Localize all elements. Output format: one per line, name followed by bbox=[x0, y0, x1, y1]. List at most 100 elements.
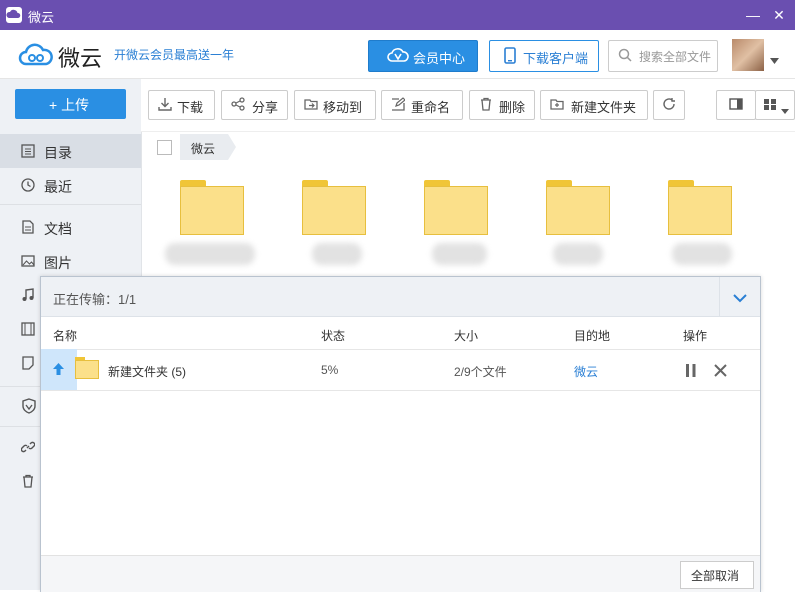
transfer-panel: 正在传输：1/1 名称 状态 大小 目的地 操作 新建文件夹 (5) 5% 2/… bbox=[40, 276, 761, 592]
sidebar-item-recent[interactable]: 最近 bbox=[0, 168, 141, 202]
sidebar-item-label: 最近 bbox=[44, 179, 72, 195]
sidebar-item-images[interactable]: 图片 bbox=[0, 244, 141, 278]
chevron-down-icon[interactable] bbox=[770, 52, 779, 67]
download-button[interactable]: 下载 bbox=[148, 90, 215, 120]
upload-button[interactable]: + 上传 bbox=[15, 89, 126, 119]
cancel-all-label: 全部取消 bbox=[691, 569, 740, 583]
rename-icon bbox=[391, 97, 406, 114]
pause-icon[interactable] bbox=[685, 364, 697, 380]
transfer-panel-header: 正在传输：1/1 bbox=[41, 277, 760, 317]
chevron-down-icon bbox=[781, 102, 789, 117]
phone-icon bbox=[504, 47, 516, 67]
document-icon bbox=[21, 220, 35, 234]
sidebar-item-label: 目录 bbox=[44, 145, 72, 161]
view-mode-dropdown[interactable] bbox=[755, 90, 795, 120]
column-header-name: 名称 bbox=[53, 329, 78, 343]
blurred-folder-name bbox=[672, 243, 732, 265]
chevron-down-icon bbox=[733, 291, 747, 306]
vip-badge-icon bbox=[387, 48, 409, 67]
column-header-status: 状态 bbox=[321, 329, 346, 343]
folder-icon[interactable] bbox=[424, 180, 488, 235]
delete-label: 删除 bbox=[499, 100, 526, 115]
list-icon bbox=[21, 144, 35, 158]
new-folder-button[interactable]: 新建文件夹 bbox=[540, 90, 648, 120]
delete-button[interactable]: 删除 bbox=[469, 90, 535, 120]
minimize-button[interactable]: — bbox=[742, 4, 764, 26]
folder-icon[interactable] bbox=[668, 180, 732, 235]
collapse-panel-button[interactable] bbox=[719, 277, 761, 316]
transfer-destination-link[interactable]: 微云 bbox=[574, 363, 598, 380]
brand-name: 微云 bbox=[58, 46, 103, 71]
video-icon bbox=[21, 322, 35, 336]
close-window-button[interactable]: ✕ bbox=[768, 4, 790, 26]
trash-icon bbox=[21, 474, 35, 488]
vip-promo-link[interactable]: 开微云会员最高送一年 bbox=[114, 46, 234, 63]
share-button[interactable]: 分享 bbox=[221, 90, 288, 120]
title-bar: 微云 — ✕ bbox=[0, 0, 795, 30]
sidebar-item-label: 图片 bbox=[44, 255, 72, 271]
new-folder-label: 新建文件夹 bbox=[571, 100, 637, 115]
transfer-panel-footer: 全部取消 bbox=[41, 555, 760, 592]
search-icon bbox=[618, 48, 632, 65]
folder-icon bbox=[75, 357, 99, 379]
transfer-file-name: 新建文件夹 (5) bbox=[108, 365, 187, 379]
close-icon[interactable] bbox=[714, 364, 727, 380]
transfer-status-value: 5% bbox=[321, 363, 339, 377]
folder-icon[interactable] bbox=[546, 180, 610, 235]
breadcrumb-arrow bbox=[228, 134, 236, 160]
sidebar-divider bbox=[0, 204, 141, 205]
brand-cloud-icon bbox=[18, 42, 54, 68]
table-header-row bbox=[41, 317, 760, 350]
shield-icon bbox=[21, 398, 37, 414]
column-header-size: 大小 bbox=[454, 329, 479, 343]
link-icon bbox=[20, 440, 36, 454]
blurred-folder-name bbox=[165, 243, 255, 265]
share-icon bbox=[231, 97, 245, 114]
breadcrumb-root-label: 微云 bbox=[191, 142, 216, 156]
panel-icon bbox=[729, 98, 743, 113]
toolbar: 下载 分享 移动到 重命名 删除 新建文件夹 bbox=[141, 79, 795, 132]
search-box[interactable]: 搜索全部文件 bbox=[608, 40, 718, 72]
grid-view-icon bbox=[763, 98, 777, 114]
share-label: 分享 bbox=[252, 100, 279, 115]
detail-panel-toggle[interactable] bbox=[716, 90, 756, 120]
image-icon bbox=[21, 254, 35, 268]
rename-button[interactable]: 重命名 bbox=[381, 90, 463, 120]
sidebar-item-label: 文档 bbox=[44, 221, 72, 237]
refresh-icon bbox=[662, 97, 676, 114]
avatar[interactable] bbox=[732, 39, 764, 71]
vip-center-button[interactable]: 会员中心 bbox=[368, 40, 478, 72]
folder-icon[interactable] bbox=[302, 180, 366, 235]
rename-label: 重命名 bbox=[411, 100, 451, 115]
column-header-actions: 操作 bbox=[683, 329, 708, 343]
select-all-checkbox[interactable] bbox=[157, 140, 172, 155]
cancel-all-button[interactable]: 全部取消 bbox=[680, 561, 754, 589]
download-icon bbox=[158, 97, 172, 114]
move-to-label: 移动到 bbox=[323, 100, 363, 115]
sidebar-item-directory[interactable]: 目录 bbox=[0, 134, 141, 168]
breadcrumb: 微云 bbox=[141, 132, 795, 162]
note-icon bbox=[21, 356, 35, 370]
search-input[interactable]: 搜索全部文件 bbox=[639, 48, 711, 65]
download-label: 下载 bbox=[177, 100, 204, 115]
breadcrumb-item-root[interactable]: 微云 bbox=[180, 134, 228, 160]
move-to-button[interactable]: 移动到 bbox=[294, 90, 376, 120]
sidebar-item-documents[interactable]: 文档 bbox=[0, 210, 141, 244]
transfer-size-value: 2/9个文件 bbox=[454, 365, 507, 379]
clock-icon bbox=[21, 178, 35, 192]
refresh-button[interactable] bbox=[653, 90, 685, 120]
upload-label: + 上传 bbox=[49, 97, 90, 113]
transfer-status: 正在传输：1/1 bbox=[53, 292, 137, 307]
download-client-label: 下载客户端 bbox=[523, 51, 589, 66]
column-header-destination: 目的地 bbox=[574, 329, 611, 343]
weiyun-logo-icon bbox=[6, 7, 22, 23]
vip-center-label: 会员中心 bbox=[413, 51, 466, 66]
new-folder-icon bbox=[550, 97, 565, 114]
blurred-folder-name bbox=[553, 243, 603, 265]
folder-icon[interactable] bbox=[180, 180, 244, 235]
blurred-folder-name bbox=[432, 243, 487, 265]
download-client-button[interactable]: 下载客户端 bbox=[489, 40, 599, 72]
music-icon bbox=[21, 288, 35, 302]
move-icon bbox=[304, 97, 319, 114]
blurred-folder-name bbox=[312, 243, 362, 265]
